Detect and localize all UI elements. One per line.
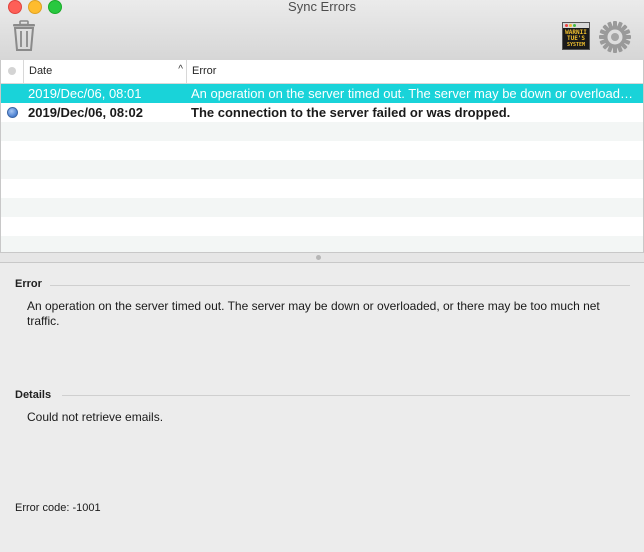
error-section-heading: Error — [15, 278, 42, 290]
details-section-heading: Details — [15, 389, 52, 401]
empty-row — [1, 236, 643, 252]
error-column-label: Error — [192, 65, 217, 77]
empty-row — [1, 160, 643, 179]
warning-icon-line-3: SYSTEM — [566, 42, 586, 48]
empty-row — [1, 141, 643, 160]
details-description: Could not retrieve emails. — [27, 410, 164, 424]
row-error: An operation on the server timed out. Th… — [191, 86, 635, 101]
row-status-cell — [1, 84, 23, 103]
status-column-header[interactable] — [1, 60, 24, 83]
table-header: Date ^ Error — [1, 60, 643, 84]
table-row[interactable]: 2019/Dec/06, 08:02 The connection to the… — [1, 103, 643, 122]
sort-ascending-icon: ^ — [178, 64, 183, 75]
trash-icon[interactable] — [10, 20, 38, 52]
status-dot-icon — [8, 67, 16, 75]
empty-row — [1, 198, 643, 217]
row-error: The connection to the server failed or w… — [191, 105, 511, 120]
date-column-label: Date — [29, 65, 53, 77]
gear-icon[interactable] — [598, 20, 632, 54]
pane-splitter[interactable] — [0, 252, 644, 263]
table-row[interactable]: 2019/Dec/06, 08:01 An operation on the s… — [1, 84, 643, 103]
splitter-grip-icon — [316, 255, 321, 260]
empty-row — [1, 179, 643, 198]
details-section-divider — [62, 395, 630, 396]
date-column-header[interactable]: Date ^ — [24, 60, 187, 83]
unread-dot-icon — [7, 107, 18, 118]
row-date: 2019/Dec/06, 08:02 — [28, 105, 143, 120]
empty-row — [1, 122, 643, 141]
sync-errors-window: Sync Errors WARNII TUE'S SYSTEM Date ^ E… — [0, 0, 644, 552]
empty-row — [1, 217, 643, 236]
titlebar: Sync Errors WARNII TUE'S SYSTEM — [0, 0, 644, 61]
error-code-label: Error code: -1001 — [15, 502, 101, 514]
window-title: Sync Errors — [288, 0, 356, 14]
errors-table: Date ^ Error 2019/Dec/06, 08:01 An opera… — [0, 60, 644, 252]
activity-warning-icon[interactable]: WARNII TUE'S SYSTEM — [562, 22, 590, 50]
error-description: An operation on the server timed out. Th… — [27, 299, 600, 328]
row-date: 2019/Dec/06, 08:01 — [28, 86, 142, 101]
error-section-divider — [50, 285, 630, 286]
error-column-header[interactable]: Error — [187, 60, 643, 83]
row-status-cell — [1, 103, 23, 122]
